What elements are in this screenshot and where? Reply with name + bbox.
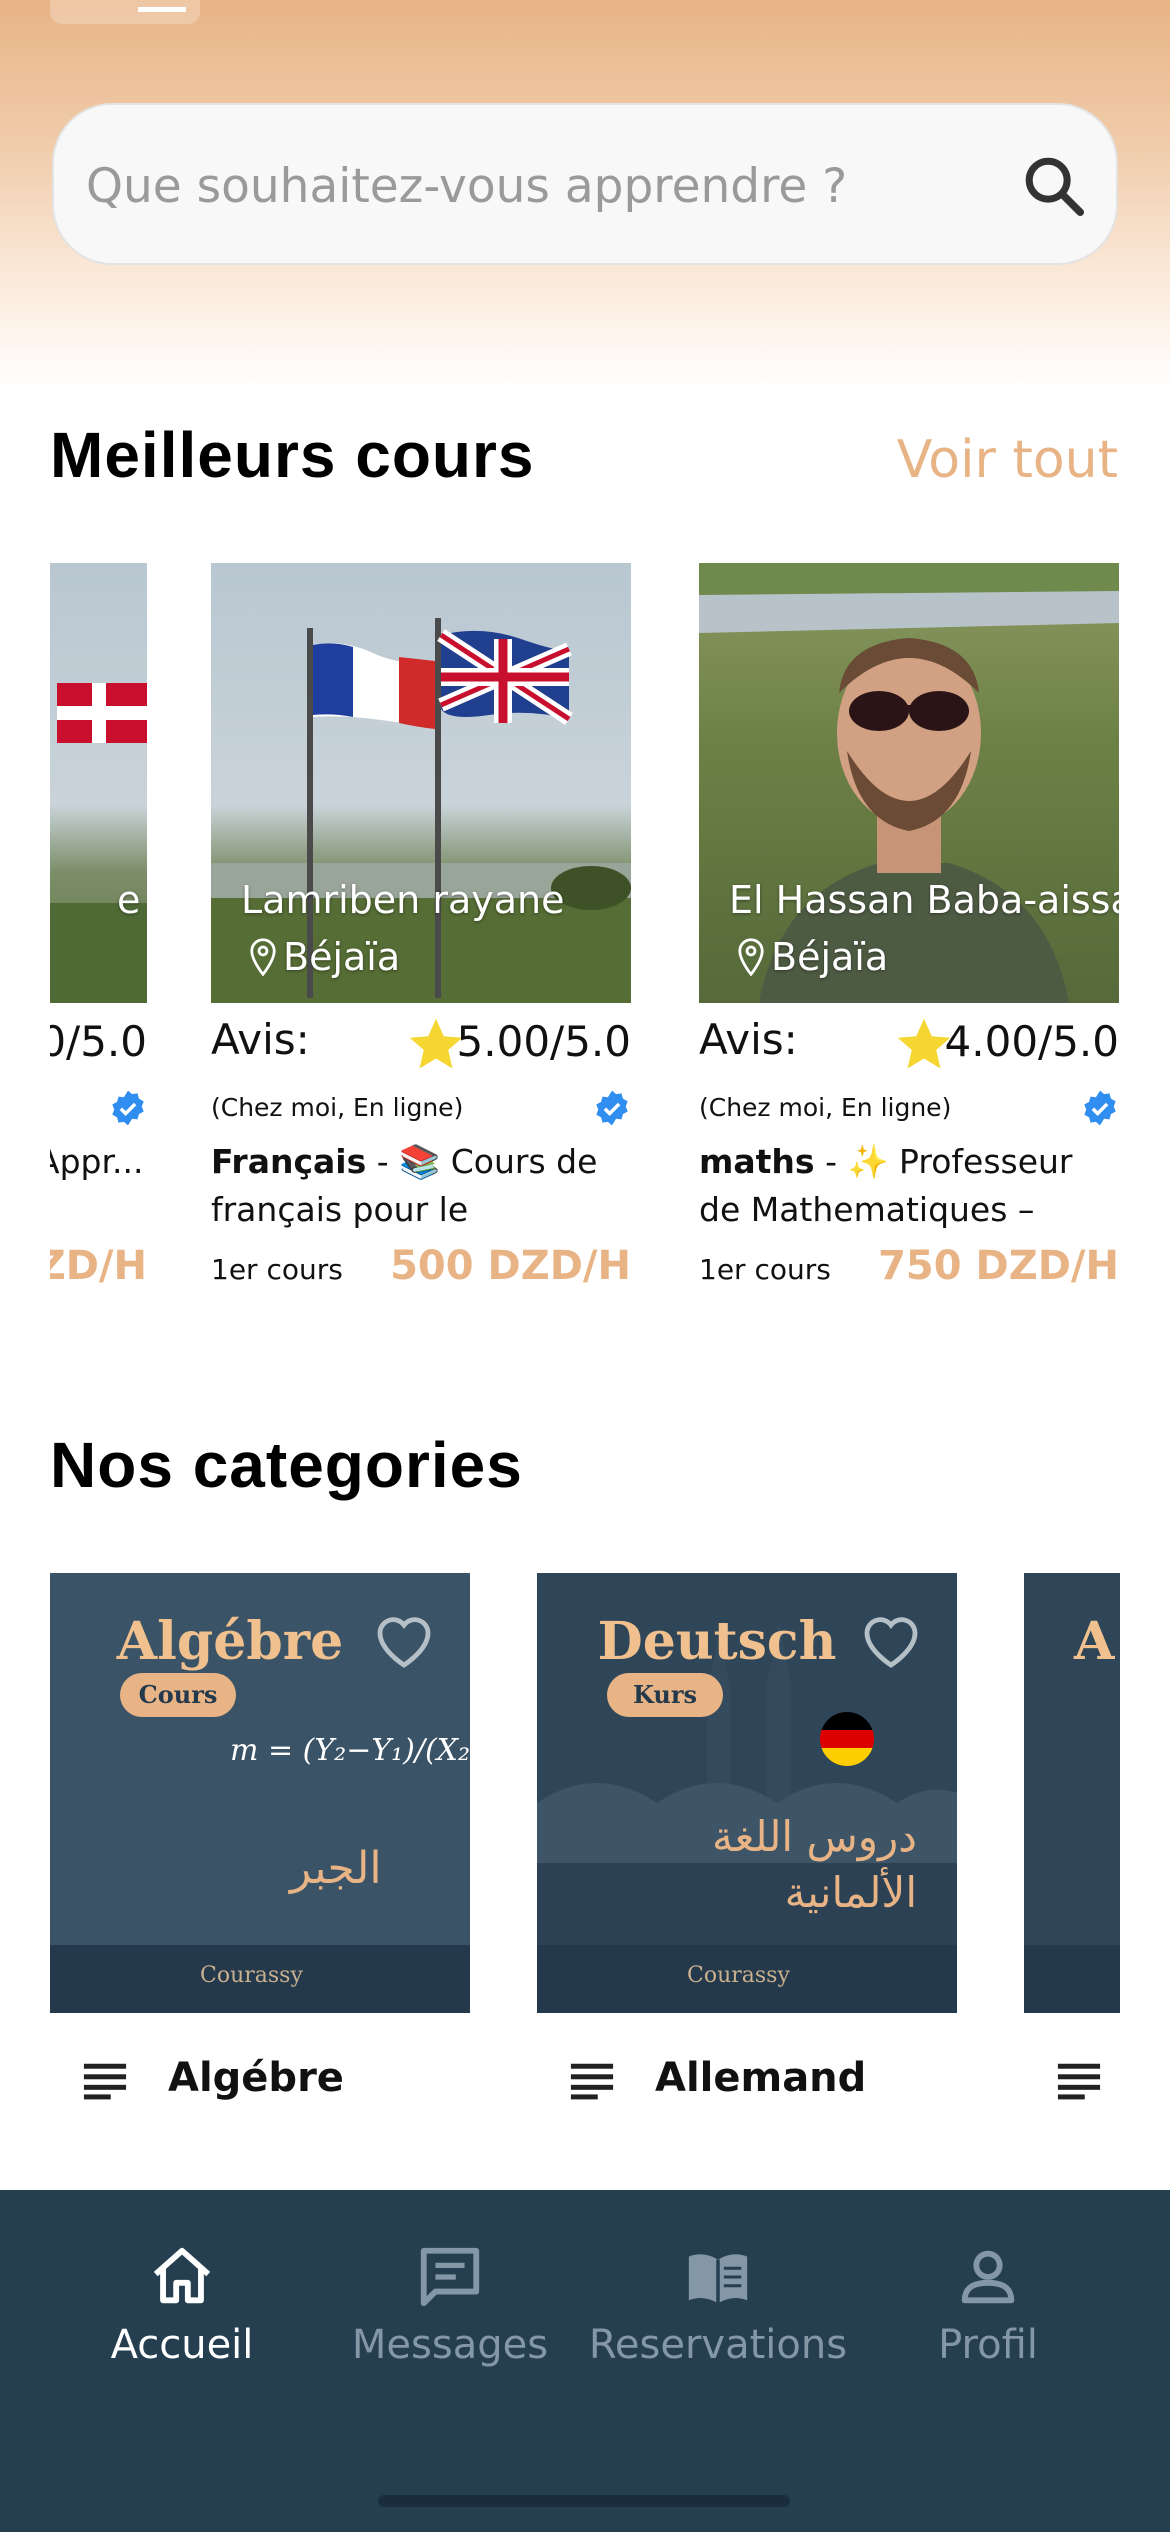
rating-value: 5.00/5.0	[456, 1017, 631, 1066]
nav-home[interactable]: Accueil	[52, 2242, 312, 2402]
city-name: Béjaïa	[283, 935, 401, 979]
tutor-location: Béjaïa	[737, 935, 888, 979]
tutor-location: Béjaïa	[249, 935, 400, 979]
category-image-pill: Cours	[120, 1673, 236, 1717]
course-description: maths - ✨ Professeur de Mathematiques – …	[699, 1138, 1119, 1234]
category-label-row	[1024, 2043, 1120, 2113]
course-subject: maths	[699, 1142, 815, 1181]
rating-row: Avis: 5.00/5.0	[211, 1015, 631, 1075]
category-image-arabic: دروس اللغة الألمانية	[711, 1812, 917, 1917]
brand-name: Courassy	[200, 1963, 303, 1988]
message-icon	[420, 2247, 480, 2307]
city-name: Béjaïa	[771, 935, 889, 979]
categories-title: Nos categories	[50, 1429, 523, 1501]
course-price: ZD/H	[50, 1243, 147, 1289]
category-image: Algébre Cours m = (Y₂−Y₁)/(X₂−X₁) الجبر …	[50, 1573, 470, 2013]
rating-value: 4.00/5.0	[944, 1017, 1119, 1066]
course-image: e	[50, 563, 147, 1003]
verified-icon	[1084, 1090, 1116, 1126]
person-icon	[961, 2250, 1015, 2304]
search-bar[interactable]	[52, 103, 1118, 265]
best-courses-carousel[interactable]: e 0/5.0 Appr... ZD/H	[50, 563, 1120, 1303]
course-description: Appr...	[50, 1142, 144, 1181]
course-card[interactable]: e 0/5.0 Appr... ZD/H	[50, 563, 147, 1303]
list-icon	[1057, 2063, 1101, 2100]
brand-name: Courassy	[687, 1963, 790, 1988]
nav-label: Reservations	[588, 2322, 848, 2368]
home-icon	[153, 2247, 211, 2304]
rating-value: 0/5.0	[50, 1017, 147, 1066]
category-label: Algébre	[168, 2055, 344, 2101]
heart-icon[interactable]	[859, 1611, 923, 1671]
verified-icon	[596, 1090, 628, 1126]
brand-strip	[1024, 1945, 1120, 2013]
course-card[interactable]: El Hassan Baba-aissa Béjaïa Avis: 4.00/5…	[699, 563, 1119, 1303]
nav-label: Accueil	[110, 2322, 254, 2368]
lesson-mode: (Chez moi, En ligne)	[211, 1093, 464, 1122]
category-image-arabic: الجبر	[290, 1843, 382, 1894]
list-icon	[83, 2063, 127, 2100]
list-icon	[570, 2063, 614, 2100]
german-flag-icon	[820, 1712, 874, 1766]
bottom-navigation: Accueil Messages Reservations Profil	[0, 2190, 1170, 2532]
category-image-title: Algébre	[116, 1611, 344, 1672]
category-card[interactable]: Algébre Cours m = (Y₂−Y₁)/(X₂−X₁) الجبر …	[50, 1573, 470, 2133]
category-card[interactable]: Deutsch Kurs دروس اللغة الألمانية Couras…	[537, 1573, 957, 2133]
course-image: Lamriben rayane Béjaïa	[211, 563, 631, 1003]
course-price: 750 DZD/H	[878, 1243, 1119, 1289]
search-icon[interactable]	[1019, 151, 1089, 221]
see-all-link[interactable]: Voir tout	[897, 430, 1118, 490]
course-image: El Hassan Baba-aissa Béjaïa	[699, 563, 1119, 1003]
rating-row: 0/5.0	[50, 1015, 147, 1075]
nav-label: Profil	[938, 2322, 1038, 2368]
nav-messages[interactable]: Messages	[320, 2242, 580, 2402]
flags-photo	[50, 683, 147, 1003]
category-label: Allemand	[655, 2055, 867, 2101]
category-label-row: Allemand	[537, 2043, 957, 2113]
category-card[interactable]: A	[1024, 1573, 1120, 2133]
book-icon	[688, 2254, 748, 2304]
nav-reservations[interactable]: Reservations	[588, 2242, 848, 2402]
category-image-title: Deutsch	[597, 1611, 837, 1672]
lesson-mode: (Chez moi, En ligne)	[699, 1093, 952, 1122]
app-screen: { "search": {"placeholder": "Que souhait…	[0, 0, 1170, 2532]
best-courses-title: Meilleurs cours	[50, 419, 535, 491]
rating-label: Avis:	[699, 1015, 798, 1064]
course-description: Français - 📚 Cours de français pour le p…	[211, 1138, 631, 1234]
menu-icon[interactable]	[138, 0, 186, 12]
rating-row: Avis: 4.00/5.0	[699, 1015, 1119, 1075]
search-input[interactable]	[86, 151, 986, 221]
first-lesson-label: 1er cours	[699, 1253, 831, 1286]
tutor-name: e	[117, 878, 141, 922]
category-image: A	[1024, 1573, 1120, 2013]
category-label-row: Algébre	[50, 2043, 470, 2113]
location-pin-icon	[738, 938, 764, 976]
nav-label: Messages	[351, 2322, 549, 2368]
location-pin-icon	[250, 938, 276, 976]
home-indicator	[378, 2495, 790, 2507]
course-subject: Français	[211, 1142, 367, 1181]
category-image-pill: Kurs	[607, 1673, 723, 1717]
categories-carousel[interactable]: Algébre Cours m = (Y₂−Y₁)/(X₂−X₁) الجبر …	[50, 1573, 1120, 2133]
first-lesson-label: 1er cours	[211, 1253, 343, 1286]
verified-icon	[112, 1090, 144, 1126]
category-image-title: A	[1074, 1611, 1115, 1672]
category-image-formula: m = (Y₂−Y₁)/(X₂−X₁)	[230, 1733, 470, 1768]
nav-profile[interactable]: Profil	[858, 2242, 1118, 2402]
tutor-name: Lamriben rayane	[241, 878, 565, 922]
rating-label: Avis:	[211, 1015, 310, 1064]
course-price: 500 DZD/H	[390, 1243, 631, 1289]
course-card[interactable]: Lamriben rayane Béjaïa Avis: 5.00/5.0 (C…	[211, 563, 631, 1303]
tutor-name: El Hassan Baba-aissa	[729, 878, 1119, 922]
heart-icon[interactable]	[372, 1611, 436, 1671]
category-image: Deutsch Kurs دروس اللغة الألمانية Couras…	[537, 1573, 957, 2013]
